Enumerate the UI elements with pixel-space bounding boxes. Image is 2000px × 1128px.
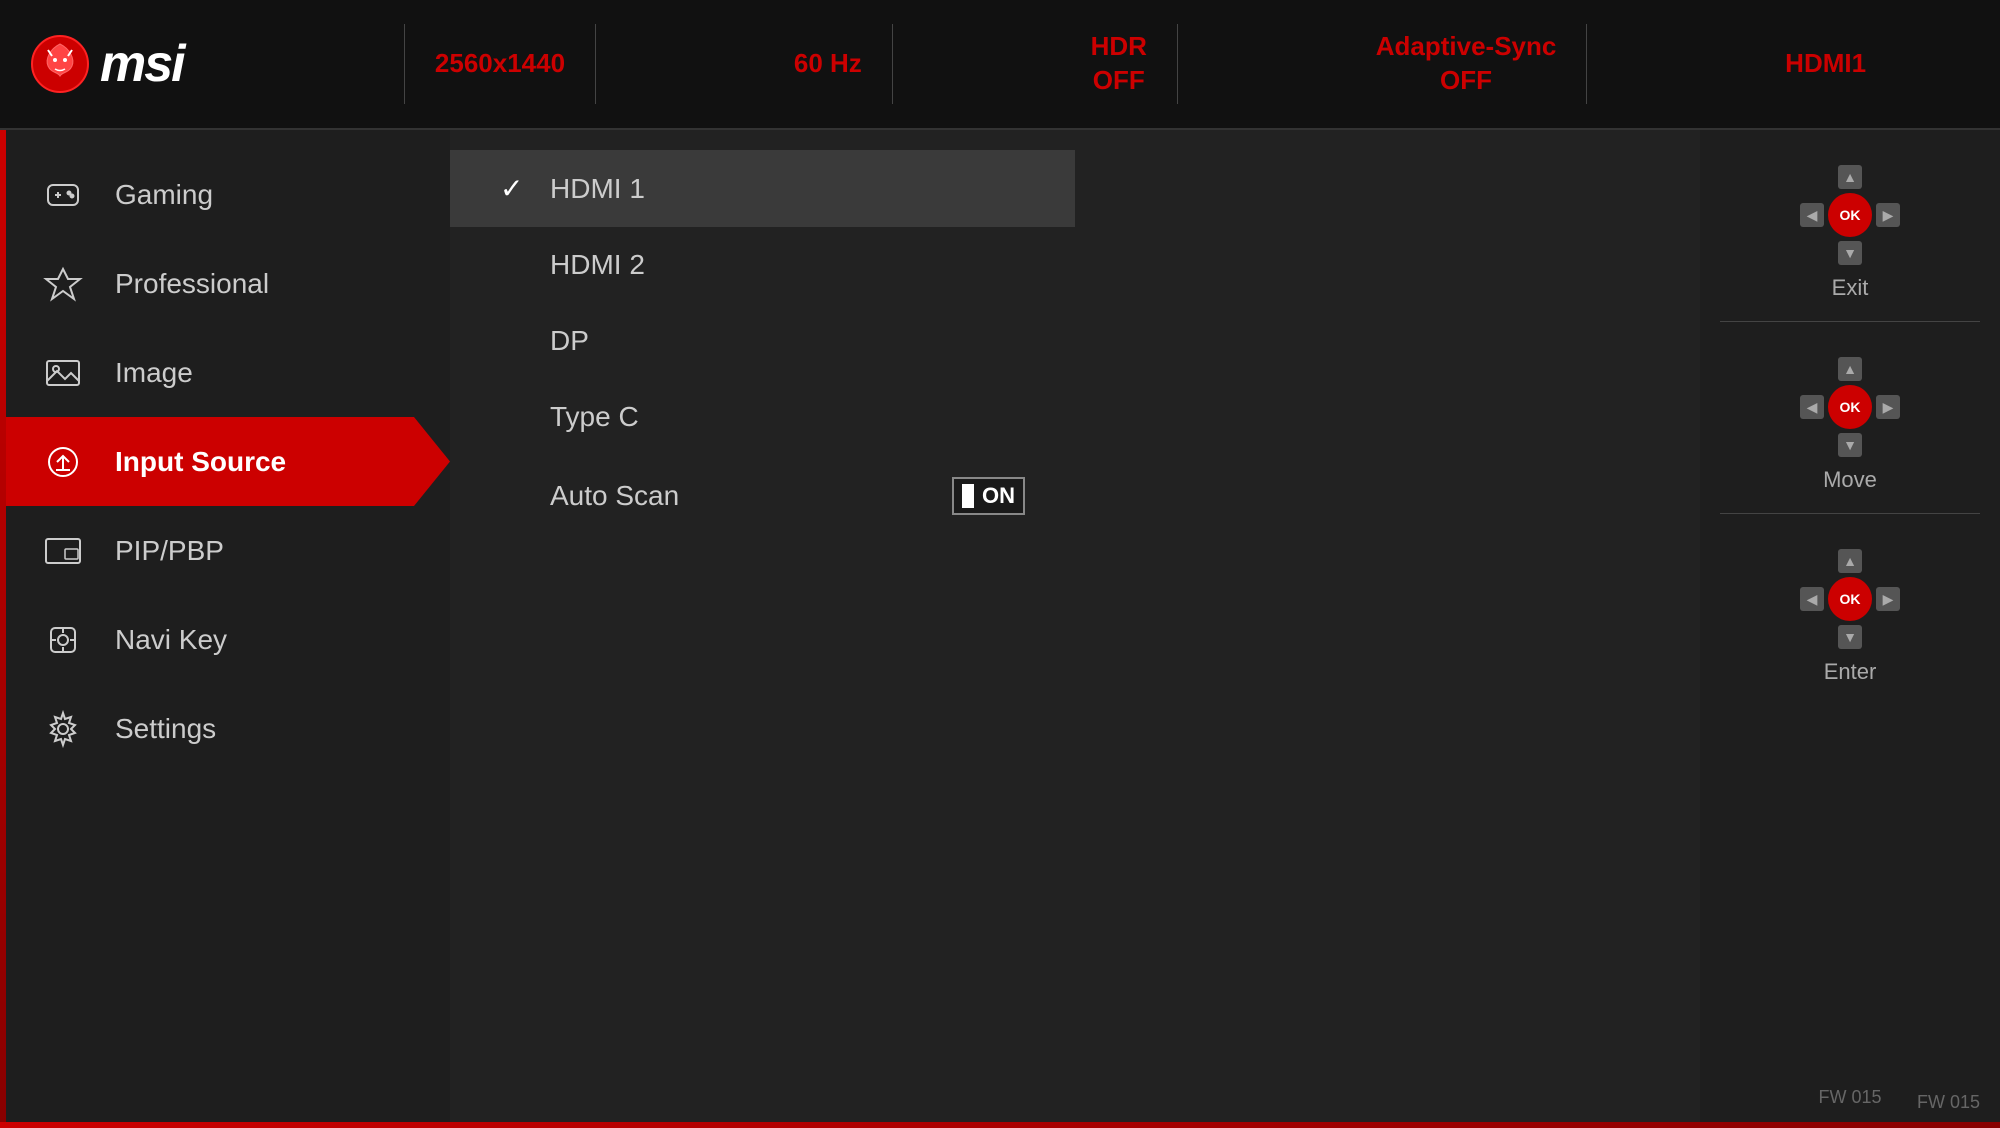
exit-ok-label: OK — [1840, 207, 1861, 223]
enter-label: Enter — [1824, 659, 1877, 685]
divider-2 — [1720, 513, 1980, 514]
hdr-label: HDR — [1091, 30, 1147, 64]
input-source-label: Input Source — [115, 446, 286, 478]
toggle-indicator — [962, 484, 974, 508]
move-left-arrow[interactable]: ◀ — [1800, 395, 1824, 419]
check-icon: ✓ — [500, 172, 530, 205]
sidebar-item-professional[interactable]: Professional — [0, 239, 450, 328]
input-stat: HDMI1 — [1755, 24, 1896, 104]
move-label: Move — [1823, 467, 1877, 493]
hdmi1-label: HDMI 1 — [550, 173, 645, 205]
hdmi2-label: HDMI 2 — [550, 249, 645, 281]
enter-left-arrow[interactable]: ◀ — [1800, 587, 1824, 611]
resolution-value: 2560x1440 — [435, 47, 565, 81]
content-panel: ✓ HDMI 1 HDMI 2 DP Type C Auto Scan ON — [450, 130, 1075, 1128]
option-dp[interactable]: DP — [450, 303, 1075, 379]
professional-icon — [40, 261, 85, 306]
hdr-value: OFF — [1093, 64, 1145, 98]
logo-area: msi — [0, 34, 300, 94]
refresh-rate-value: 60 Hz — [794, 47, 862, 81]
exit-left-arrow[interactable]: ◀ — [1800, 203, 1824, 227]
refresh-rate-stat: 60 Hz — [764, 24, 893, 104]
header: msi 2560x1440 60 Hz HDR OFF Adaptive-Syn… — [0, 0, 2000, 130]
sidebar-item-image[interactable]: Image — [0, 328, 450, 417]
image-icon — [40, 350, 85, 395]
empty-panel — [1075, 130, 1700, 1128]
sidebar-item-pip-pbp[interactable]: PIP/PBP — [0, 506, 450, 595]
enter-ok-button[interactable]: OK — [1828, 577, 1872, 621]
divider-1 — [1720, 321, 1980, 322]
pip-pbp-icon — [40, 528, 85, 573]
auto-scan-toggle[interactable]: ON — [952, 477, 1025, 515]
enter-up-arrow[interactable]: ▲ — [1838, 549, 1862, 573]
move-ok-button[interactable]: OK — [1828, 385, 1872, 429]
auto-scan-label: Auto Scan — [550, 480, 679, 512]
move-ok-label: OK — [1840, 399, 1861, 415]
enter-right-arrow[interactable]: ▶ — [1876, 587, 1900, 611]
main-content: Gaming Professional Image — [0, 130, 2000, 1128]
option-auto-scan[interactable]: Auto Scan ON — [450, 455, 1075, 537]
move-up-arrow[interactable]: ▲ — [1838, 357, 1862, 381]
exit-down-arrow[interactable]: ▼ — [1838, 241, 1862, 265]
exit-right-arrow[interactable]: ▶ — [1876, 203, 1900, 227]
input-value: HDMI1 — [1785, 47, 1866, 81]
type-c-label: Type C — [550, 401, 639, 433]
exit-up-arrow[interactable]: ▲ — [1838, 165, 1862, 189]
adaptive-sync-stat: Adaptive-Sync OFF — [1346, 24, 1588, 104]
image-label: Image — [115, 357, 193, 389]
exit-dpad: ◀ ▲ OK ▶ ▼ — [1800, 165, 1900, 265]
move-control: ◀ ▲ OK ▶ ▼ Move — [1800, 357, 1900, 493]
option-hdmi2[interactable]: HDMI 2 — [450, 227, 1075, 303]
enter-down-arrow[interactable]: ▼ — [1838, 625, 1862, 649]
red-accent-bottom — [0, 1122, 2000, 1128]
msi-logo-text: msi — [100, 34, 184, 94]
enter-control: ◀ ▲ OK ▶ ▼ Enter — [1800, 549, 1900, 685]
settings-icon — [40, 706, 85, 751]
pip-pbp-label: PIP/PBP — [115, 535, 224, 567]
navi-key-label: Navi Key — [115, 624, 227, 656]
exit-control: ◀ ▲ OK ▶ ▼ Exit — [1800, 165, 1900, 301]
sidebar-item-input-source[interactable]: Input Source — [0, 417, 450, 506]
fw-version-bottom: FW 015 — [1917, 1092, 1980, 1113]
move-down-arrow[interactable]: ▼ — [1838, 433, 1862, 457]
adaptive-sync-label: Adaptive-Sync — [1376, 30, 1557, 64]
move-dpad: ◀ ▲ OK ▶ ▼ — [1800, 357, 1900, 457]
gaming-icon — [40, 172, 85, 217]
toggle-on-text: ON — [982, 483, 1015, 509]
option-hdmi1[interactable]: ✓ HDMI 1 — [450, 150, 1075, 227]
enter-ok-label: OK — [1840, 591, 1861, 607]
enter-dpad: ◀ ▲ OK ▶ ▼ — [1800, 549, 1900, 649]
gaming-label: Gaming — [115, 179, 213, 211]
adaptive-sync-value: OFF — [1440, 64, 1492, 98]
sidebar: Gaming Professional Image — [0, 130, 450, 1128]
option-type-c[interactable]: Type C — [450, 379, 1075, 455]
settings-label: Settings — [115, 713, 216, 745]
input-source-icon — [40, 439, 85, 484]
exit-ok-button[interactable]: OK — [1828, 193, 1872, 237]
move-right-arrow[interactable]: ▶ — [1876, 395, 1900, 419]
navi-key-icon — [40, 617, 85, 662]
sidebar-item-gaming[interactable]: Gaming — [0, 150, 450, 239]
header-stats: 2560x1440 60 Hz HDR OFF Adaptive-Sync OF… — [300, 24, 2000, 104]
professional-label: Professional — [115, 268, 269, 300]
right-panel: ◀ ▲ OK ▶ ▼ Exit ◀ ▲ OK ▶ ▼ Move — [1700, 130, 2000, 1128]
sidebar-item-settings[interactable]: Settings — [0, 684, 450, 773]
resolution-stat: 2560x1440 — [404, 24, 596, 104]
hdr-stat: HDR OFF — [1061, 24, 1178, 104]
sidebar-item-navi-key[interactable]: Navi Key — [0, 595, 450, 684]
msi-dragon-icon — [30, 34, 90, 94]
red-accent-left — [0, 130, 6, 1128]
dp-label: DP — [550, 325, 589, 357]
exit-label: Exit — [1832, 275, 1869, 301]
fw-version: FW 015 — [1818, 1087, 1881, 1108]
